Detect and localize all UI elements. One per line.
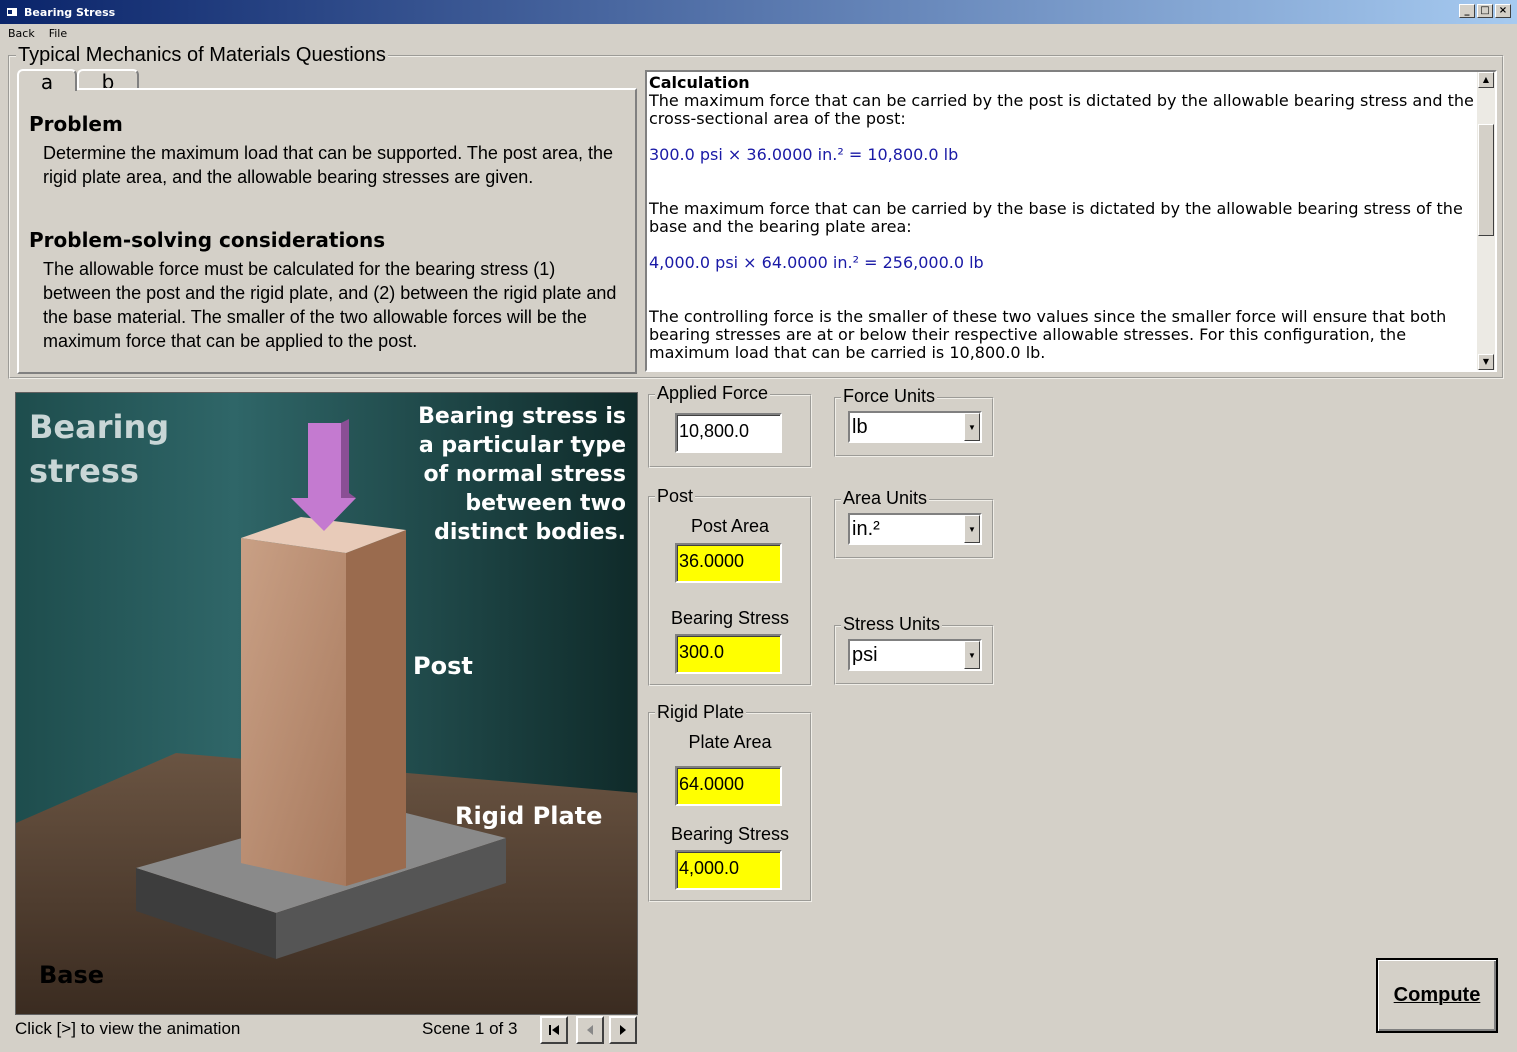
considerations-text: The allowable force must be calculated f…: [43, 259, 617, 351]
post-stress-input[interactable]: 300.0: [675, 634, 782, 674]
calc-paragraph-3: The controlling force is the smaller of …: [649, 307, 1447, 362]
calc-paragraph-1: The maximum force that can be carried by…: [649, 91, 1474, 128]
problem-heading: Problem: [29, 112, 123, 136]
animation-view[interactable]: Bearing stress Bearing stress is a parti…: [15, 392, 638, 1015]
scroll-up-button[interactable]: ▲: [1478, 72, 1494, 88]
first-scene-button[interactable]: [540, 1016, 568, 1044]
calculation-panel[interactable]: Calculation The maximum force that can b…: [645, 70, 1497, 372]
stress-units-select[interactable]: psi ▼: [848, 639, 982, 671]
stress-units-title: Stress Units: [841, 614, 943, 634]
label-rigid-plate: Rigid Plate: [455, 802, 603, 830]
calc-paragraph-2: The maximum force that can be carried by…: [649, 199, 1463, 236]
app-icon: [7, 8, 17, 16]
calculation-heading: Calculation: [649, 73, 750, 92]
plate-stress-input[interactable]: 4,000.0: [675, 850, 782, 890]
label-post: Post: [413, 652, 473, 680]
post-title: Post: [655, 486, 696, 506]
tab-b[interactable]: b: [77, 69, 139, 93]
questions-group-title: Typical Mechanics of Materials Questions: [16, 44, 388, 66]
compute-label: Compute: [1393, 984, 1481, 1006]
area-units-value: in.²: [852, 518, 880, 540]
scroll-thumb[interactable]: [1478, 124, 1494, 236]
applied-force-title: Applied Force: [655, 383, 771, 403]
title-bar: Bearing Stress _ □ ×: [0, 0, 1517, 24]
area-units-title: Area Units: [841, 488, 930, 508]
menu-back[interactable]: Back: [8, 27, 35, 40]
chevron-down-icon[interactable]: ▼: [964, 413, 980, 441]
animation-title: Bearing stress: [29, 408, 170, 490]
plate-area-label: Plate Area: [688, 732, 772, 752]
calc-equation-2: 4,000.0 psi × 64.0000 in.² = 256,000.0 l…: [649, 253, 984, 272]
chevron-down-icon[interactable]: ▼: [964, 641, 980, 669]
animation-caption: Bearing stress is a particular type of n…: [418, 404, 626, 545]
post-area-input[interactable]: 36.0000: [675, 543, 782, 583]
applied-force-input[interactable]: 10,800.0: [675, 413, 782, 453]
chevron-down-icon[interactable]: ▼: [964, 515, 980, 543]
stress-units-value: psi: [852, 644, 878, 666]
area-units-select[interactable]: in.² ▼: [848, 513, 982, 545]
compute-button[interactable]: Compute: [1376, 958, 1498, 1033]
post-area-label: Post Area: [690, 516, 770, 536]
calc-equation-1: 300.0 psi × 36.0000 in.² = 10,800.0 lb: [649, 145, 959, 164]
force-units-value: lb: [852, 416, 868, 438]
menu-bar: Back File: [0, 24, 1517, 42]
post-stress-label: Bearing Stress: [670, 608, 790, 628]
tab-a[interactable]: a: [17, 69, 77, 93]
animation-hint: Click [>] to view the animation: [15, 1019, 241, 1038]
problem-text: Determine the maximum load that can be s…: [43, 143, 613, 187]
first-icon: [549, 1025, 559, 1035]
maximize-button[interactable]: □: [1477, 4, 1493, 18]
play-icon: [620, 1025, 626, 1035]
scroll-down-button[interactable]: ▼: [1478, 354, 1494, 370]
plate-area-input[interactable]: 64.0000: [675, 766, 782, 806]
calc-scrollbar[interactable]: ▲ ▼: [1477, 72, 1495, 370]
menu-file[interactable]: File: [49, 27, 67, 40]
plate-stress-label: Bearing Stress: [670, 824, 790, 844]
minimize-button[interactable]: _: [1459, 4, 1475, 18]
label-base: Base: [39, 961, 105, 989]
force-units-select[interactable]: lb ▼: [848, 411, 982, 443]
scene-counter: Scene 1 of 3: [422, 1019, 518, 1038]
next-scene-button[interactable]: [609, 1016, 637, 1044]
window-title: Bearing Stress: [24, 5, 116, 19]
previous-icon: [587, 1025, 593, 1035]
rigid-plate-title: Rigid Plate: [655, 702, 747, 722]
previous-scene-button[interactable]: [576, 1016, 604, 1044]
force-units-title: Force Units: [841, 386, 938, 406]
close-button[interactable]: ×: [1495, 4, 1511, 18]
considerations-heading: Problem-solving considerations: [29, 228, 386, 252]
